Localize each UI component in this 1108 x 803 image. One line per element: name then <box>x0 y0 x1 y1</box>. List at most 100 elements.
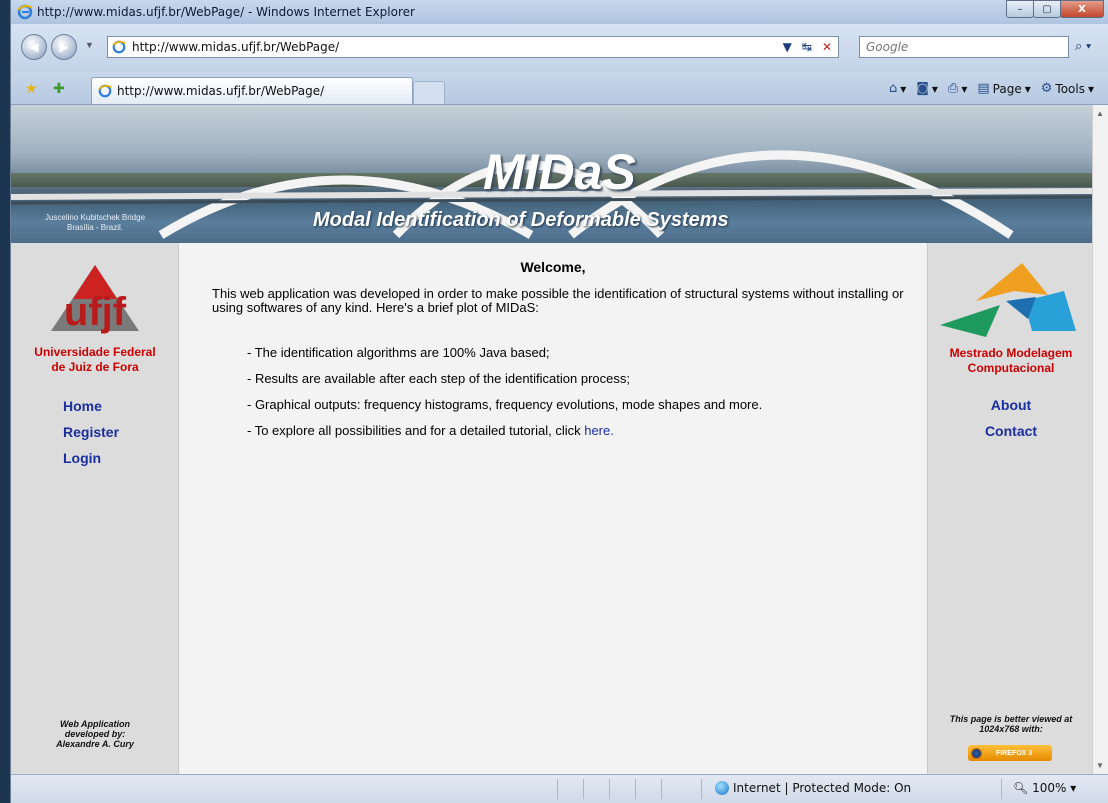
scroll-up-icon[interactable]: ▲ <box>1096 109 1104 118</box>
feeds-button[interactable]: ◙ ▾ <box>916 81 938 96</box>
ie-logo-icon <box>17 4 33 20</box>
security-zone[interactable]: Internet | Protected Mode: On <box>715 781 911 795</box>
zoom-icon: 🔍︎ <box>1013 781 1029 795</box>
nav-link-about[interactable]: About <box>928 392 1093 418</box>
address-text[interactable]: http://www.midas.ufjf.br/WebPage/ <box>132 40 339 54</box>
site-title: MIDaS <box>483 144 636 200</box>
left-sidebar: ufjf Universidade Federal de Juiz de For… <box>11 243 179 774</box>
feature-list: - The identification algorithms are 100%… <box>247 340 762 444</box>
status-divider <box>701 779 702 799</box>
site-subtitle: Modal Identification of Deformable Syste… <box>313 209 729 231</box>
status-divider <box>635 779 636 799</box>
minimize-button[interactable]: – <box>1006 0 1034 18</box>
search-icon[interactable]: ⌕ ▾ <box>1075 38 1091 54</box>
stop-icon[interactable]: ✕ <box>822 40 832 54</box>
university-line-1: Universidade Federal <box>34 345 156 359</box>
credit-line-1: Web Application <box>59 719 130 729</box>
caption-line-1: Juscelino Kubitschek Bridge <box>44 213 146 222</box>
print-icon: ⎙ <box>947 81 959 96</box>
gear-icon: ⚙ <box>1040 81 1053 96</box>
status-divider <box>557 779 558 799</box>
close-window-button[interactable]: X <box>1060 0 1104 18</box>
logo-text: ufjf <box>64 290 127 334</box>
credit-line-2: developed by: <box>64 729 126 739</box>
program-line-1: Mestrado Modelagem <box>949 346 1073 360</box>
photo-caption: Juscelino Kubitschek Bridge Brasília - B… <box>25 213 165 233</box>
status-divider <box>583 779 584 799</box>
program-line-2: Computacional <box>967 361 1055 375</box>
page-ie-icon <box>112 40 126 54</box>
caption-line-2: Brasília - Brazil. <box>66 223 123 232</box>
tutorial-text: - To explore all possibilities and for a… <box>247 423 585 438</box>
tutorial-link[interactable]: here. <box>584 423 614 438</box>
right-sidebar: Mestrado Modelagem Computacional About C… <box>927 243 1093 774</box>
page-menu-label: Page <box>992 81 1022 96</box>
nav-link-contact[interactable]: Contact <box>928 418 1093 444</box>
status-divider <box>609 779 610 799</box>
list-item-tutorial: - To explore all possibilities and for a… <box>247 418 762 444</box>
favorites-star-icon[interactable]: ★ <box>25 80 38 97</box>
nav-link-register[interactable]: Register <box>63 419 119 445</box>
header-banner: MIDaS Modal Identification of Deformable… <box>11 105 1093 243</box>
status-bar: Internet | Protected Mode: On 🔍︎ 100% ▾ <box>11 774 1108 803</box>
scroll-down-icon[interactable]: ▼ <box>1096 761 1104 770</box>
refresh-icon[interactable]: ↹ <box>802 40 812 54</box>
zoom-level: 100% <box>1032 781 1067 795</box>
right-nav: About Contact <box>928 392 1093 444</box>
firefox-icon <box>971 747 982 759</box>
tools-menu-label: Tools <box>1055 81 1085 96</box>
add-favorites-icon[interactable]: ✚ <box>53 80 65 97</box>
zoom-control[interactable]: 🔍︎ 100% ▾ <box>1013 781 1076 795</box>
tab-active[interactable]: http://www.midas.ufjf.br/WebPage/ <box>91 77 413 104</box>
firefox-badge[interactable]: FIREFOX 3 <box>968 745 1052 761</box>
welcome-heading: Welcome, <box>520 259 586 275</box>
page-menu[interactable]: ▤ Page ▾ <box>977 81 1030 96</box>
tools-menu[interactable]: ⚙ Tools ▾ <box>1041 81 1094 96</box>
home-button[interactable]: ⌂ ▾ <box>889 81 906 96</box>
title-bar: http://www.midas.ufjf.br/WebPage/ - Wind… <box>11 0 1108 24</box>
firefox-badge-label: FIREFOX 3 <box>996 749 1033 757</box>
maximize-button[interactable]: ▢ <box>1033 0 1061 18</box>
main-content: Welcome, This web application was develo… <box>179 243 927 774</box>
search-input[interactable]: Google <box>859 36 1069 58</box>
recommendation-line-1: This page is better viewed at <box>949 714 1073 724</box>
left-nav: Home Register Login <box>63 393 119 471</box>
tab-title: http://www.midas.ufjf.br/WebPage/ <box>117 84 325 98</box>
tab-bar: ★ ✚ http://www.midas.ufjf.br/WebPage/ ⌂ ▾… <box>11 72 1108 105</box>
history-dropdown-icon[interactable]: ▼ <box>85 40 94 50</box>
nav-link-home[interactable]: Home <box>63 393 119 419</box>
list-item: - Results are available after each step … <box>247 371 630 386</box>
page-icon: ▤ <box>977 81 990 96</box>
list-item: - The identification algorithms are 100%… <box>247 345 550 360</box>
navigation-bar: ◀ ▶ ▼ http://www.midas.ufjf.br/WebPage/ … <box>11 24 1108 72</box>
back-button[interactable]: ◀ <box>21 34 47 60</box>
developer-credit: Web Application developed by: Alexandre … <box>11 719 179 749</box>
print-button[interactable]: ⎙ ▾ <box>948 81 967 96</box>
nav-link-login[interactable]: Login <box>63 445 119 471</box>
internet-globe-icon <box>715 781 729 795</box>
university-name: Universidade Federal de Juiz de Fora <box>11 345 179 375</box>
command-bar: ⌂ ▾ ◙ ▾ ⎙ ▾ ▤ Page ▾ ⚙ Tools ▾ <box>889 81 1094 96</box>
recommendation-line-2: 1024x768 with: <box>979 724 1043 734</box>
browser-recommendation: This page is better viewed at 1024x768 w… <box>928 714 1093 734</box>
intro-paragraph: This web application was developed in or… <box>212 286 904 315</box>
tab-ie-icon <box>98 84 112 98</box>
university-line-2: de Juiz de Fora <box>51 360 139 374</box>
ufjf-logo: ufjf <box>51 265 139 334</box>
forward-button[interactable]: ▶ <box>51 34 77 60</box>
home-icon: ⌂ <box>888 81 898 96</box>
browser-window: http://www.midas.ufjf.br/WebPage/ - Wind… <box>10 0 1108 803</box>
page-viewport: MIDaS Modal Identification of Deformable… <box>11 105 1093 774</box>
vertical-scrollbar[interactable]: ▲ ▼ <box>1092 105 1108 774</box>
window-controls: – ▢ X <box>1006 0 1104 18</box>
credit-line-3: Alexandre A. Cury <box>56 739 134 749</box>
address-dropdown-icon[interactable]: ▼ <box>783 40 792 54</box>
list-item: - Graphical outputs: frequency histogram… <box>247 397 763 412</box>
window-title: http://www.midas.ufjf.br/WebPage/ - Wind… <box>37 5 415 19</box>
address-bar[interactable]: http://www.midas.ufjf.br/WebPage/ ▼ ↹ ✕ <box>107 36 839 58</box>
program-name: Mestrado Modelagem Computacional <box>928 346 1093 376</box>
new-tab-button[interactable] <box>413 81 445 104</box>
feeds-icon: ◙ <box>916 81 929 96</box>
forward-arrow-icon: ▶ <box>59 40 69 54</box>
back-arrow-icon: ◀ <box>29 40 39 54</box>
